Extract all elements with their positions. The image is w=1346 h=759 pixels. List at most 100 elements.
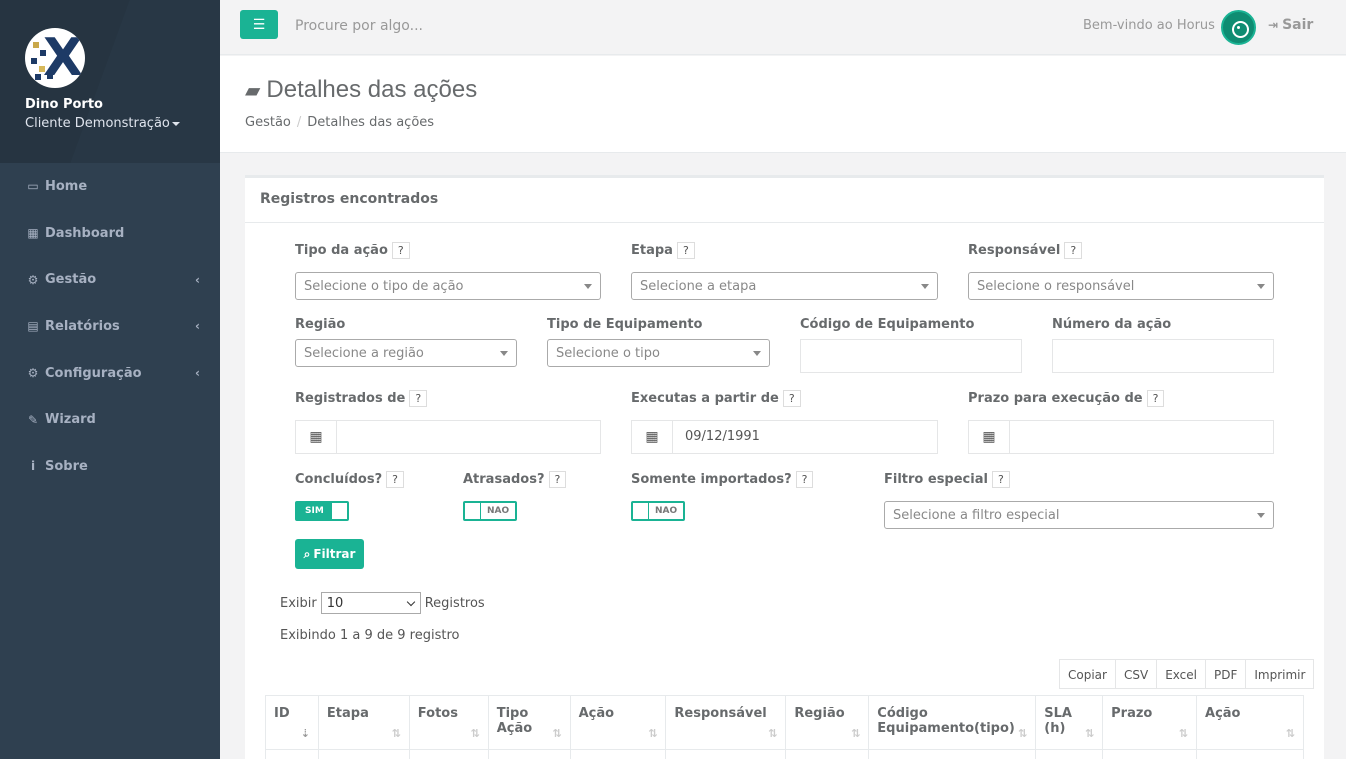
column-header-fotos[interactable]: Fotos ⇅ xyxy=(408,695,489,750)
sort-icon: ⇅ xyxy=(470,727,480,740)
logout-label: Sair xyxy=(1282,17,1314,33)
sidebar-nav: ▭ Home ▦ Dashboard ⚙ Gestão ‹ ▤ Relatórios ‹ ⚙… xyxy=(0,163,220,490)
responsavel-label: Responsável? xyxy=(968,242,1083,259)
csv-button[interactable]: CSV xyxy=(1114,659,1158,689)
caret-down-icon xyxy=(171,121,180,126)
sidebar-item-sobre[interactable]: i Sobre xyxy=(0,443,220,490)
sidebar-item-gestao[interactable]: ⚙ Gestão ‹ xyxy=(0,256,220,303)
records-label: Registros xyxy=(424,595,485,611)
column-header-etapa[interactable]: Etapa ⇅ xyxy=(317,695,410,750)
sidebar-item-home[interactable]: ▭ Home xyxy=(0,163,220,210)
tipo-equipamento-label: Tipo de Equipamento xyxy=(547,317,703,332)
filtro-especial-label: Filtro especial? xyxy=(884,471,1010,488)
help-button[interactable]: ? xyxy=(1064,242,1083,259)
numero-acao-input[interactable] xyxy=(1052,339,1274,373)
sidebar-item-label: Relatórios xyxy=(45,318,120,334)
breadcrumb-gestao[interactable]: Gestão xyxy=(245,115,291,130)
help-button[interactable]: ? xyxy=(676,242,695,259)
executas-value: 09/12/1991 xyxy=(685,429,760,444)
help-button[interactable]: ? xyxy=(391,242,410,259)
chevron-left-icon: ‹ xyxy=(195,366,200,381)
sort-icon: ⇅ xyxy=(391,727,401,740)
excel-button[interactable]: Excel xyxy=(1156,659,1206,689)
atrasados-toggle[interactable]: NAO xyxy=(463,501,517,521)
concluidos-toggle[interactable]: SIM xyxy=(295,501,349,521)
toggle-state: NAO xyxy=(487,506,510,516)
importados-toggle[interactable]: NAO xyxy=(631,501,685,521)
sort-icon: ⇅ xyxy=(768,727,778,740)
sidebar-item-configuracao[interactable]: ⚙ Configuração ‹ xyxy=(0,350,220,397)
list-icon: ▤ xyxy=(27,319,39,334)
sidebar-item-dashboard[interactable]: ▦ Dashboard xyxy=(0,210,220,257)
help-button[interactable]: ? xyxy=(991,471,1010,488)
registrados-date-input[interactable]: ▦ xyxy=(295,420,601,454)
sidebar-item-relatorios[interactable]: ▤ Relatórios ‹ xyxy=(0,303,220,350)
help-button[interactable]: ? xyxy=(548,471,567,488)
tipo-acao-label: Tipo da ação? xyxy=(295,242,410,259)
column-header-id[interactable]: ID ⇣ xyxy=(265,695,319,750)
sort-icon: ⇅ xyxy=(552,727,562,740)
cogs-icon: ⚙ xyxy=(27,272,39,287)
calendar-icon: ▦ xyxy=(632,421,673,453)
sidebar-item-wizard[interactable]: ✎ Wizard xyxy=(0,396,220,443)
menu-toggle-button[interactable]: ☰ xyxy=(240,10,278,39)
calendar-icon: ▦ xyxy=(296,421,337,453)
etapa-select[interactable]: Selecione a etapa xyxy=(631,272,938,300)
page-title-text: Detalhes das ações xyxy=(266,76,478,103)
atrasados-label-text: Atrasados? xyxy=(463,472,545,487)
help-button[interactable]: ? xyxy=(795,471,814,488)
filter-button[interactable]: ⌕ Filtrar xyxy=(295,539,364,569)
table-header-row: ID ⇣ Etapa ⇅ Fotos ⇅ Tipo Ação ⇅ Ação ⇅ Respon… xyxy=(265,695,1304,750)
help-button[interactable]: ? xyxy=(782,390,801,407)
tipo-acao-select[interactable]: Selecione o tipo de ação xyxy=(295,272,601,300)
column-header-responsavel[interactable]: Responsável ⇅ xyxy=(665,695,787,750)
importados-label: Somente importados?? xyxy=(631,471,814,488)
column-header-codigo-equipamento[interactable]: Código Equipamento(tipo) ⇅ xyxy=(868,695,1037,750)
results-panel: Registros encontrados Tipo da ação? Sele… xyxy=(245,175,1324,759)
client-dropdown[interactable]: Cliente Demonstração xyxy=(25,116,220,131)
help-button[interactable]: ? xyxy=(1146,390,1165,407)
sidebar-item-label: Configuração xyxy=(45,365,142,381)
codigo-equipamento-input[interactable] xyxy=(800,339,1022,373)
registrados-label-text: Registrados de xyxy=(295,391,406,406)
topbar: ☰ Bem-vindo ao Horus ⇥Sair xyxy=(220,0,1346,55)
search-input[interactable] xyxy=(295,15,695,37)
column-header-acao[interactable]: Ação ⇅ xyxy=(569,695,667,750)
pdf-button[interactable]: PDF xyxy=(1204,659,1247,689)
breadcrumb-current: Detalhes das ações xyxy=(307,115,435,130)
page-title: ▰ Detalhes das ações xyxy=(245,76,477,104)
regiao-select[interactable]: Selecione a região xyxy=(295,339,517,367)
column-header-prazo[interactable]: Prazo ⇅ xyxy=(1102,695,1198,750)
responsavel-label-text: Responsável xyxy=(968,243,1061,258)
prazo-date-input[interactable]: ▦ xyxy=(968,420,1274,454)
logout-link[interactable]: ⇥ Sair xyxy=(1268,17,1313,33)
copy-button[interactable]: Copiar xyxy=(1059,659,1116,689)
column-header-sla[interactable]: SLA (h) ⇅ xyxy=(1035,695,1104,750)
search-icon: ⌕ xyxy=(303,546,311,561)
executas-date-input[interactable]: ▦ 09/12/1991 xyxy=(631,420,938,454)
help-button[interactable]: ? xyxy=(386,471,404,488)
responsavel-select[interactable]: Selecione o responsável xyxy=(968,272,1274,300)
print-button[interactable]: Imprimir xyxy=(1245,659,1315,689)
registrados-label: Registrados de? xyxy=(295,390,428,407)
column-header-acao-botoes[interactable]: Ação ⇅ xyxy=(1196,695,1304,750)
profile-area: X Dino Porto Cliente Demonstração xyxy=(0,0,220,163)
wand-icon: ✎ xyxy=(27,412,39,427)
page-length-select[interactable]: 10 xyxy=(320,592,421,614)
sort-icon: ⇅ xyxy=(1084,727,1095,740)
filtro-especial-label-text: Filtro especial xyxy=(884,472,988,487)
welcome-text: Bem-vindo ao Horus xyxy=(1083,18,1215,33)
panel-title: Registros encontrados xyxy=(245,178,1324,223)
column-header-tipo-acao[interactable]: Tipo Ação ⇅ xyxy=(487,695,571,750)
column-header-regiao[interactable]: Região ⇅ xyxy=(785,695,870,750)
hamburger-icon: ☰ xyxy=(252,16,266,33)
executas-label: Executas a partir de? xyxy=(631,390,801,407)
tipo-equipamento-select[interactable]: Selecione o tipo xyxy=(547,339,770,367)
company-logo: X xyxy=(25,28,85,88)
sort-icon: ⇅ xyxy=(1285,727,1295,740)
registrados-value xyxy=(337,421,361,453)
help-button[interactable]: ? xyxy=(409,390,428,407)
filtro-especial-select[interactable]: Selecione a filtro especial xyxy=(884,501,1274,529)
executas-label-text: Executas a partir de xyxy=(631,391,779,406)
table-row xyxy=(265,749,1304,759)
